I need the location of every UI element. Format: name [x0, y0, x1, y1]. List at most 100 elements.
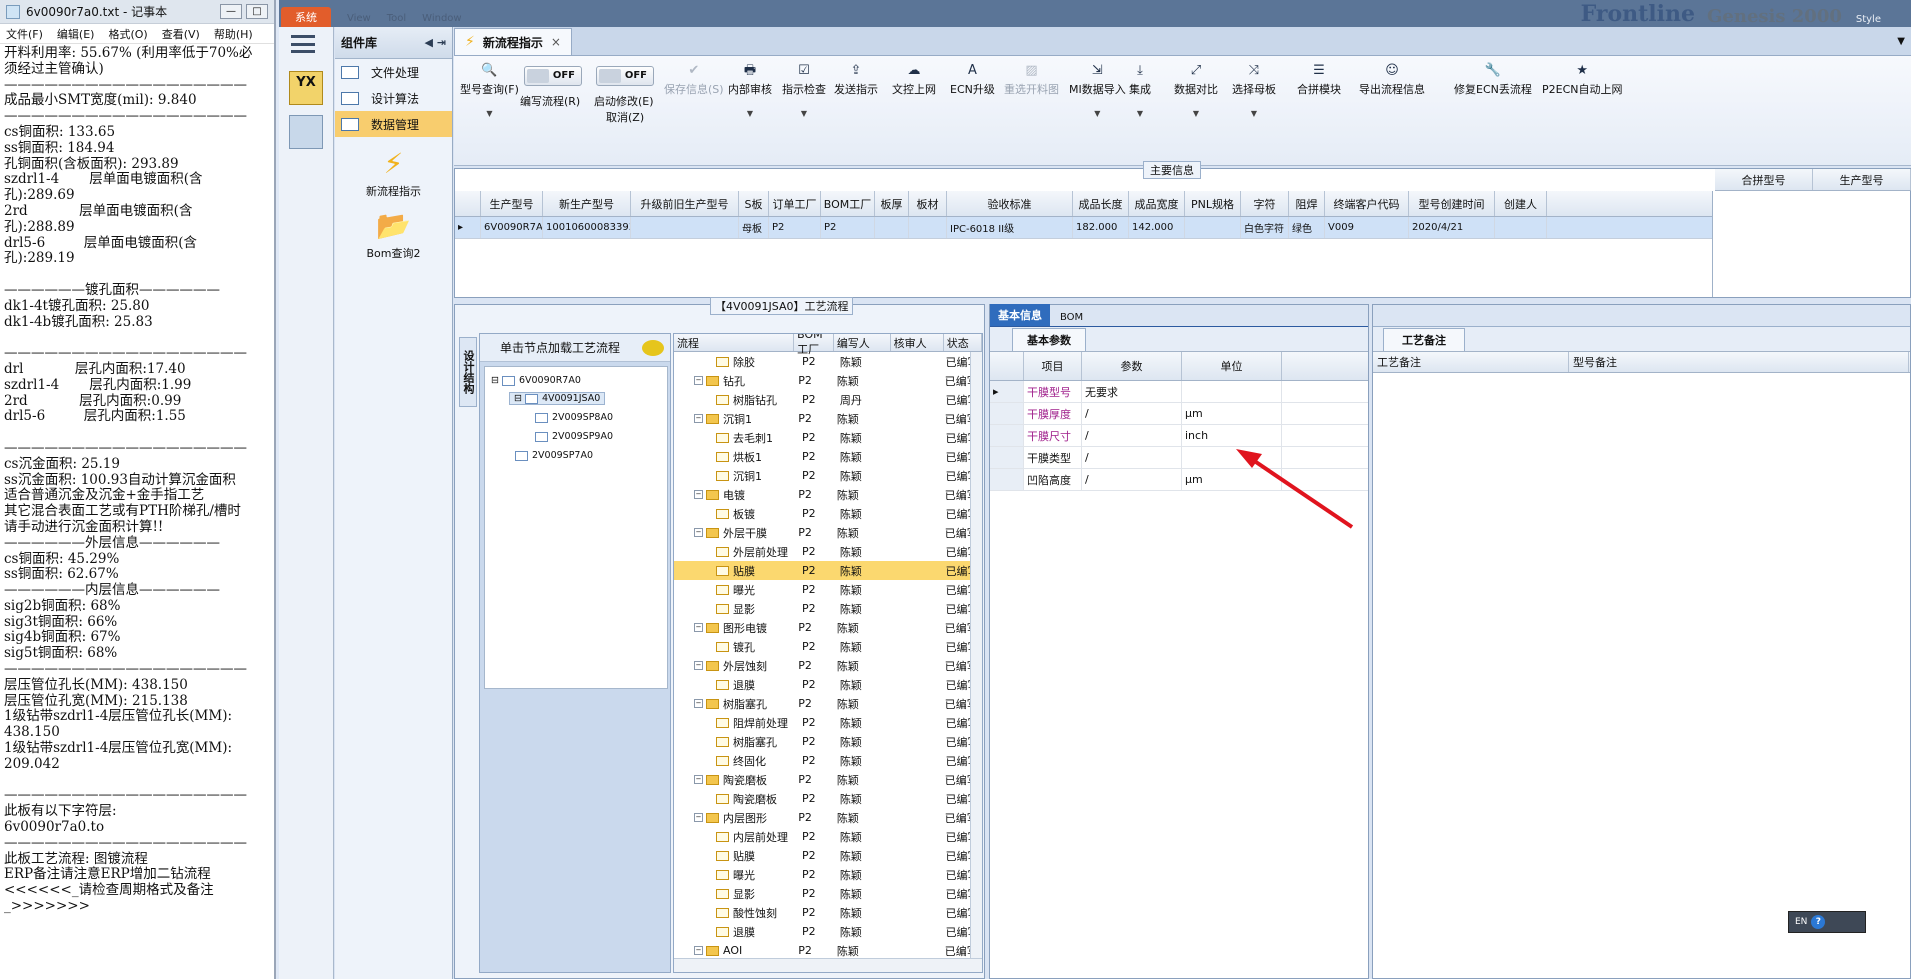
list-item[interactable]: 贴膜 P2 陈颖 已编写	[674, 846, 982, 865]
internal-review-button[interactable]: 🖶 内部审核 ▼	[728, 64, 772, 119]
list-item[interactable]: 退膜 P2 陈颖 已编写	[674, 922, 982, 941]
collapse-icon[interactable]: ◀ ⇥	[424, 36, 446, 49]
list-item[interactable]: 贴膜 P2 陈颖 已编写	[674, 561, 982, 580]
menu-tool[interactable]: Tool	[387, 13, 406, 27]
list-item[interactable]: 阻焊前处理 P2 陈颖 已编写	[674, 713, 982, 732]
list-item[interactable]: 去毛刺1 P2 陈颖 已编写	[674, 428, 982, 447]
column-header[interactable]: 状态	[944, 334, 982, 351]
collapse-icon[interactable]: −	[694, 623, 703, 632]
tree-node[interactable]: 2V009SP8A0	[535, 412, 613, 423]
list-item[interactable]: − 陶瓷磨板 P2 陈颖 已编写	[674, 770, 982, 789]
column-header[interactable]: 工艺备注	[1373, 352, 1569, 372]
list-item[interactable]: 沉铜1 P2 陈颖 已编写	[674, 466, 982, 485]
hamburger-icon[interactable]	[291, 35, 315, 53]
data-compare-button[interactable]: ⤢ 数据对比 ▼	[1174, 64, 1218, 119]
menu-help[interactable]: 帮助(H)	[214, 26, 253, 42]
tree-node[interactable]: 2V009SP9A0	[535, 431, 613, 442]
list-item[interactable]: 退膜 P2 陈颖 已编写	[674, 675, 982, 694]
list-item[interactable]: 树脂钻孔 P2 周丹 已编写	[674, 390, 982, 409]
chat-bubble-icon[interactable]	[642, 339, 664, 356]
column-header[interactable]: 型号备注	[1569, 352, 1909, 372]
list-item[interactable]: 显影 P2 陈颖 已编写	[674, 884, 982, 903]
list-item[interactable]: 曝光 P2 陈颖 已编写	[674, 865, 982, 884]
table-row[interactable]: ▸ 干膜型号 无要求	[990, 381, 1368, 403]
tab-basic-params[interactable]: 基本参数	[1012, 328, 1086, 351]
list-item[interactable]: 烘板1 P2 陈颖 已编写	[674, 447, 982, 466]
mi-import-button[interactable]: ⇲ MI数据导入 ▼	[1069, 64, 1126, 119]
help-icon[interactable]: ?	[1811, 915, 1826, 929]
param-value[interactable]: /	[1082, 425, 1182, 446]
p2ecn-online-button[interactable]: ★ P2ECN自动上网	[1542, 64, 1623, 97]
menu-view[interactable]: View	[347, 13, 371, 27]
cancel-button[interactable]: 取消(Z)	[606, 110, 644, 126]
collapse-icon[interactable]: −	[694, 528, 703, 537]
tab-basic-info[interactable]: 基本信息	[990, 304, 1050, 326]
list-item[interactable]: 陶瓷磨板 P2 陈颖 已编写	[674, 789, 982, 808]
new-flow-tool[interactable]: ⚡ 新流程指示	[335, 149, 452, 199]
calculator-icon[interactable]	[289, 115, 323, 149]
table-row[interactable]: ▸ 6V0090R7A0 10010600083393 母板 P2 P2 IPC-6018 …	[455, 217, 1712, 239]
collapse-icon[interactable]: −	[694, 699, 703, 708]
list-item[interactable]: 曝光 P2 陈颖 已编写	[674, 580, 982, 599]
notepad-text-area[interactable]: 开料利用率: 55.67% (利用率低于70%必 须经过主管确认) ————————…	[0, 44, 274, 974]
ime-toolbar[interactable]: EN ?	[1788, 911, 1866, 933]
maximize-button[interactable]: □	[246, 4, 268, 19]
column-header[interactable]: 成品长度	[1073, 191, 1129, 216]
tree-node[interactable]: ⊟ 6V0090R7A0	[491, 375, 581, 386]
tab-process-notes[interactable]: 工艺备注	[1383, 328, 1465, 351]
collapse-icon[interactable]: −	[694, 661, 703, 670]
column-header[interactable]: 成品宽度	[1129, 191, 1185, 216]
menu-format[interactable]: 格式(O)	[108, 26, 147, 42]
collapse-icon[interactable]: −	[694, 813, 703, 822]
doc-online-button[interactable]: ☁ 文控上网	[892, 64, 936, 97]
list-item[interactable]: − 内层图形 P2 陈颖 已编写	[674, 808, 982, 827]
tab-bom[interactable]: BOM	[1050, 309, 1093, 326]
column-header[interactable]: 项目	[1024, 352, 1082, 380]
fix-ecn-button[interactable]: 🔧 修复ECN丢流程	[1454, 64, 1532, 97]
table-row[interactable]: 干膜类型 /	[990, 447, 1368, 469]
list-item[interactable]: − 外层蚀刻 P2 陈颖 已编写	[674, 656, 982, 675]
list-item[interactable]: 除胶 P2 陈颖 已编写	[674, 352, 982, 371]
integrate-button[interactable]: ⤓ 集成 ▼	[1129, 64, 1151, 119]
horizontal-scrollbar[interactable]	[674, 958, 982, 972]
yx-app-icon[interactable]: YX	[289, 71, 323, 105]
collapse-icon[interactable]: −	[694, 946, 703, 955]
menu-window[interactable]: Window	[422, 13, 461, 27]
tab-new-flow[interactable]: ⚡ 新流程指示 ×	[454, 28, 572, 55]
column-header[interactable]: 核审人	[891, 334, 944, 351]
list-item[interactable]: 树脂塞孔 P2 陈颖 已编写	[674, 732, 982, 751]
param-value[interactable]: /	[1082, 447, 1182, 468]
param-value[interactable]: /	[1082, 403, 1182, 424]
list-item[interactable]: − 外层干膜 P2 陈颖 已编写	[674, 523, 982, 542]
column-header[interactable]: 阻焊	[1289, 191, 1325, 216]
column-header[interactable]: 合拼型号	[1715, 169, 1813, 190]
column-header[interactable]: 生产型号	[1813, 169, 1911, 190]
list-item[interactable]: − 电镀 P2 陈颖 已编写	[674, 485, 982, 504]
column-header[interactable]: 参数	[1082, 352, 1182, 380]
column-header[interactable]: 终端客户代码	[1325, 191, 1409, 216]
style-dropdown[interactable]: Style	[1856, 14, 1911, 27]
column-header[interactable]: 板材	[909, 191, 947, 216]
column-header[interactable]: S板	[739, 191, 769, 216]
bom-query-tool[interactable]: 📂 Bom查询2	[335, 211, 452, 261]
column-header[interactable]: 板厚	[875, 191, 909, 216]
merge-module-button[interactable]: ☰ 合拼模块	[1297, 64, 1341, 97]
list-item[interactable]: − 沉铜1 P2 陈颖 已编写	[674, 409, 982, 428]
component-item-data[interactable]: 数据管理	[335, 111, 452, 137]
list-item[interactable]: 终固化 P2 陈颖 已编写	[674, 751, 982, 770]
list-item[interactable]: 显影 P2 陈颖 已编写	[674, 599, 982, 618]
column-header[interactable]: 型号创建时间	[1409, 191, 1495, 216]
param-value[interactable]: /	[1082, 469, 1182, 490]
menu-file[interactable]: 文件(F)	[6, 26, 43, 42]
column-header[interactable]: 生产型号	[481, 191, 543, 216]
export-flow-button[interactable]: ☺ 导出流程信息	[1359, 64, 1425, 97]
table-row[interactable]: 干膜尺寸 / inch	[990, 425, 1368, 447]
column-header[interactable]: BOM工厂	[821, 191, 875, 216]
column-header[interactable]: BOM工厂	[794, 334, 834, 356]
column-header[interactable]: 新生产型号	[543, 191, 631, 216]
collapse-icon[interactable]: −	[694, 775, 703, 784]
vertical-scrollbar[interactable]	[970, 352, 982, 958]
list-item[interactable]: 板镀 P2 陈颖 已编写	[674, 504, 982, 523]
column-header[interactable]: 验收标准	[947, 191, 1073, 216]
list-item[interactable]: − 图形电镀 P2 陈颖 已编写	[674, 618, 982, 637]
